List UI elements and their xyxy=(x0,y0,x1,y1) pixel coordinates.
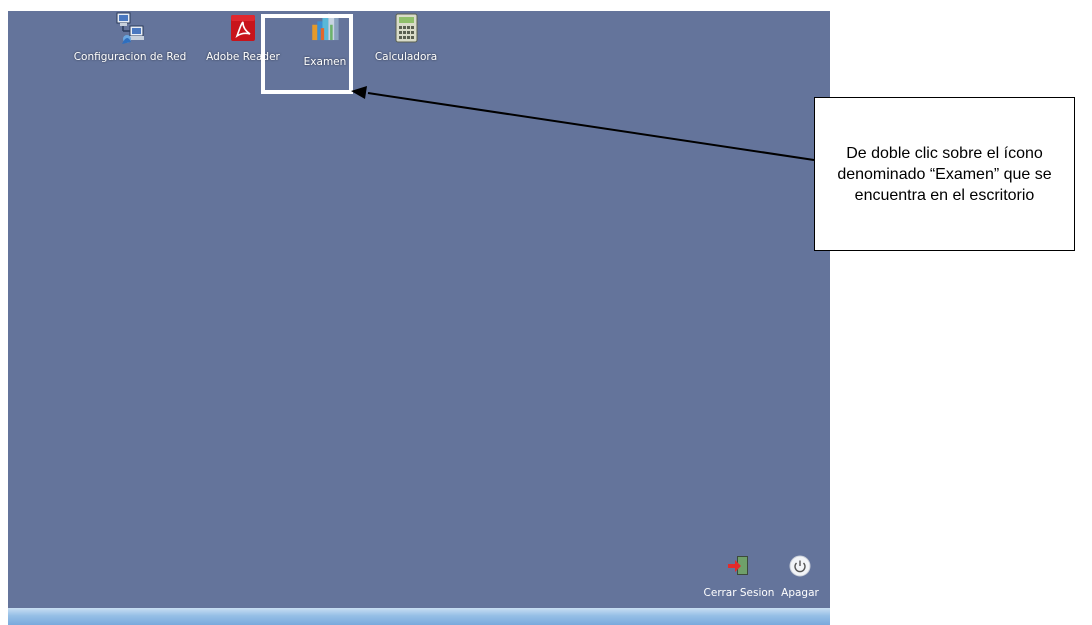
instruction-callout: De doble clic sobre el ícono denominado … xyxy=(814,97,1075,251)
icon-label: Configuracion de Red xyxy=(73,51,187,63)
network-config-icon xyxy=(113,11,147,47)
calculator-icon xyxy=(389,11,423,47)
icon-label: Examen xyxy=(303,56,347,68)
screenshot-stage: Configuracion de Red Adobe Reader Examen… xyxy=(0,0,1092,625)
icon-label: Adobe Reader xyxy=(206,51,280,63)
shutdown-button[interactable]: Apagar xyxy=(776,555,824,599)
adobe-reader-icon xyxy=(226,11,260,47)
logout-door-icon xyxy=(726,555,752,581)
desktop-icon-examen[interactable]: Examen xyxy=(292,11,358,68)
shutdown-label: Apagar xyxy=(781,587,819,599)
desktop-icon-network-config[interactable]: Configuracion de Red xyxy=(69,11,191,63)
power-icon xyxy=(789,555,811,581)
desktop-background xyxy=(8,11,830,608)
callout-text: De doble clic sobre el ícono denominado … xyxy=(837,144,1052,204)
desktop-icon-adobe-reader[interactable]: Adobe Reader xyxy=(201,11,285,63)
icon-label: Calculadora xyxy=(374,51,438,63)
exam-books-icon xyxy=(308,11,342,47)
desktop-icon-calculator[interactable]: Calculadora xyxy=(364,11,448,63)
logout-label: Cerrar Sesion xyxy=(703,587,775,599)
logout-button[interactable]: Cerrar Sesion xyxy=(702,555,776,599)
taskbar xyxy=(8,608,830,625)
